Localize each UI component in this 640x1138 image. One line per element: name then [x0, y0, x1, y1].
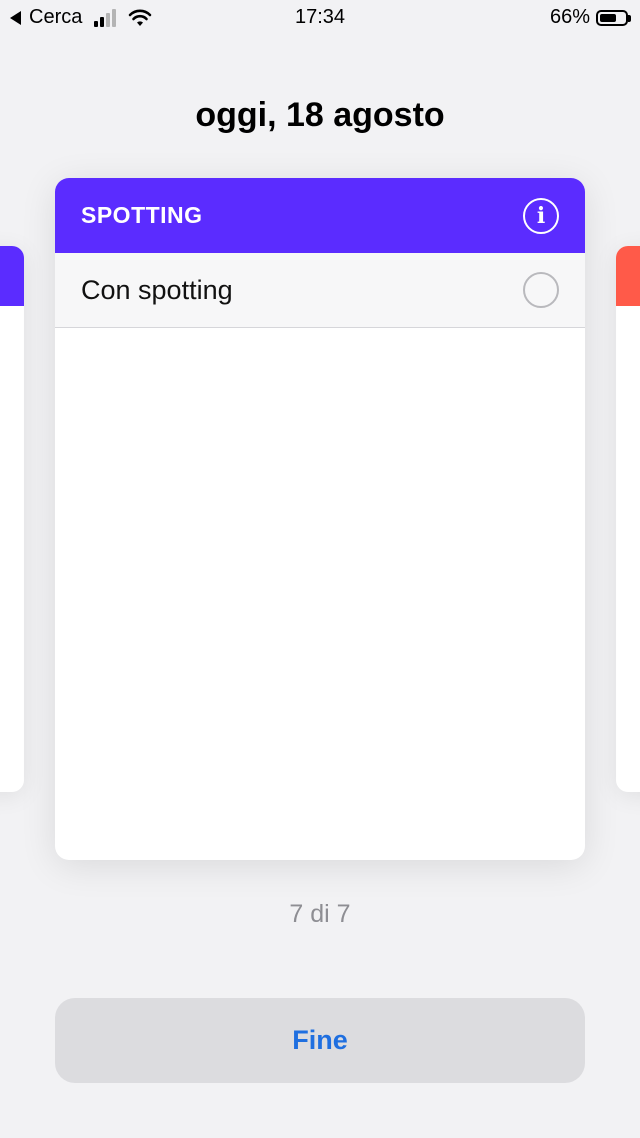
- screen: Cerca 17:34 66% oggi, 18 agosto SPOTTING…: [0, 0, 640, 1138]
- next-card[interactable]: [616, 246, 640, 792]
- battery-status: 66%: [549, 6, 631, 29]
- symptom-card: SPOTTING i Con spotting: [55, 178, 585, 860]
- date-title: oggi, 18 agosto: [195, 96, 445, 134]
- page-indicator: 7 di 7: [289, 900, 351, 928]
- battery-icon: [596, 9, 631, 26]
- card-header: SPOTTING i: [55, 178, 585, 253]
- previous-card[interactable]: [0, 246, 24, 792]
- card-title: SPOTTING: [81, 202, 203, 228]
- status-bar: Cerca 17:34 66%: [0, 0, 640, 34]
- radio-button[interactable]: [523, 272, 559, 308]
- option-label: Con spotting: [81, 274, 233, 305]
- battery-percentage: 66%: [549, 6, 590, 28]
- clock: 17:34: [294, 6, 346, 28]
- done-button[interactable]: Fine: [55, 998, 585, 1083]
- battery-level: [600, 13, 616, 22]
- previous-card-header: [0, 246, 24, 306]
- option-row[interactable]: Con spotting: [55, 253, 585, 328]
- next-card-header: [616, 246, 640, 306]
- info-icon[interactable]: i: [523, 197, 559, 234]
